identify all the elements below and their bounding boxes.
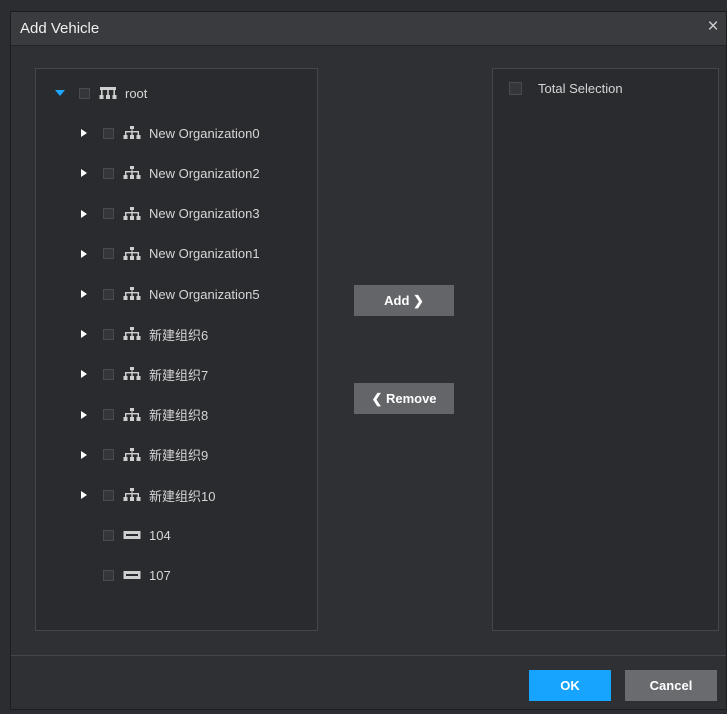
tree-row-label: 新建组织7 — [149, 367, 209, 383]
org-icon — [123, 246, 141, 261]
remove-button[interactable]: ❮ Remove — [354, 383, 454, 414]
tree-row-label: New Organization2 — [149, 165, 260, 181]
tree-row[interactable]: 新建组织6 — [79, 323, 208, 345]
tree-checkbox[interactable] — [103, 167, 114, 179]
tree-row-label: New Organization1 — [149, 246, 260, 262]
org-icon — [123, 327, 141, 341]
tree-checkbox[interactable] — [103, 248, 114, 260]
expand-arrow-icon[interactable] — [79, 369, 89, 379]
ok-button[interactable]: OK — [529, 670, 611, 701]
tree-row-label: 104 — [149, 527, 171, 543]
expand-arrow-icon[interactable] — [79, 168, 89, 178]
tree-row[interactable]: New Organization5 — [79, 283, 260, 305]
tree-checkbox[interactable] — [79, 87, 90, 99]
total-selection-checkbox[interactable] — [509, 82, 522, 95]
tree-checkbox[interactable] — [103, 288, 114, 300]
close-icon[interactable]: × — [702, 16, 724, 38]
tree-checkbox[interactable] — [103, 489, 114, 501]
cancel-button[interactable]: Cancel — [625, 670, 717, 701]
tree-checkbox[interactable] — [103, 208, 114, 220]
total-selection-row[interactable]: Total Selection — [509, 81, 623, 96]
tree-row[interactable]: 新建组织8 — [79, 404, 208, 426]
org-icon — [123, 126, 141, 140]
tree-row-label: New Organization5 — [149, 286, 260, 302]
tree-row-label: 新建组织9 — [149, 448, 209, 464]
total-selection-label: Total Selection — [538, 81, 623, 96]
tree-row-label: 107 — [149, 567, 171, 583]
org-icon — [123, 447, 141, 462]
tree-checkbox[interactable] — [103, 127, 114, 139]
add-button[interactable]: Add ❯ — [354, 285, 454, 316]
tree-row-label: 新建组织8 — [149, 408, 209, 424]
expand-arrow-icon[interactable] — [79, 249, 89, 259]
root-org-icon — [99, 86, 117, 100]
tree-row-label: 新建组织6 — [149, 327, 209, 343]
org-icon — [123, 407, 141, 422]
expand-arrow-icon[interactable] — [79, 289, 89, 299]
org-icon — [123, 367, 141, 381]
tree-row[interactable]: 新建组织10 — [79, 484, 215, 506]
expand-arrow-icon[interactable] — [79, 410, 89, 420]
tree-row[interactable]: New Organization3 — [79, 203, 260, 225]
footer-divider — [11, 655, 726, 656]
collapse-arrow-icon[interactable] — [55, 88, 65, 98]
tree-row[interactable]: 新建组织9 — [79, 444, 208, 466]
tree-checkbox[interactable] — [103, 409, 114, 421]
tree-checkbox[interactable] — [103, 368, 114, 380]
tree-row-label: 新建组织10 — [149, 488, 216, 504]
tree-row-label: New Organization3 — [149, 206, 260, 222]
tree-row[interactable]: 新建组织7 — [79, 363, 208, 385]
tree-row[interactable]: root — [55, 82, 147, 104]
dialog-titlebar: Add Vehicle × — [11, 12, 726, 46]
vehicle-icon — [123, 528, 141, 542]
expand-arrow-icon[interactable] — [79, 450, 89, 460]
tree-row[interactable]: 107 — [79, 564, 171, 586]
vehicle-icon — [123, 568, 141, 582]
add-vehicle-dialog: Add Vehicle × root New Organization0 New O… — [10, 11, 727, 710]
dialog-title: Add Vehicle — [20, 20, 100, 37]
expand-arrow-icon[interactable] — [79, 490, 89, 500]
org-icon — [123, 488, 141, 502]
tree-row[interactable]: New Organization1 — [79, 243, 260, 265]
tree-row[interactable]: 104 — [79, 524, 171, 546]
org-icon — [123, 166, 141, 180]
org-icon — [123, 287, 141, 301]
selection-panel: Total Selection — [492, 68, 719, 631]
tree-checkbox[interactable] — [103, 529, 114, 541]
tree-row[interactable]: New Organization2 — [79, 162, 260, 184]
tree-checkbox[interactable] — [103, 569, 114, 581]
organization-tree-panel: root New Organization0 New Organization2 Ne… — [35, 68, 318, 631]
expand-arrow-icon[interactable] — [79, 329, 89, 339]
tree-row-label: New Organization0 — [149, 125, 260, 141]
tree-checkbox[interactable] — [103, 328, 114, 340]
org-icon — [123, 206, 141, 221]
expand-arrow-icon[interactable] — [79, 209, 89, 219]
tree-row-label: root — [125, 85, 148, 101]
expand-arrow-icon[interactable] — [79, 128, 89, 138]
tree-row[interactable]: New Organization0 — [79, 122, 260, 144]
tree-checkbox[interactable] — [103, 449, 114, 461]
